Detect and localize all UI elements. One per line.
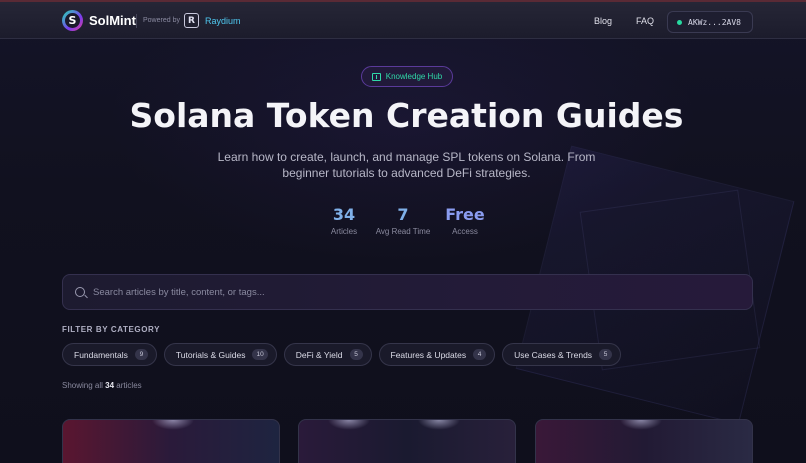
search-bar[interactable] [62, 274, 753, 310]
results-prefix: Showing all [62, 381, 103, 390]
knowledge-hub-badge: Knowledge Hub [361, 66, 453, 87]
stat-label: Articles [330, 227, 358, 236]
category-chip-defi[interactable]: DeFi & Yield 5 [283, 343, 372, 366]
solmint-logo-icon[interactable]: S [62, 10, 83, 31]
article-card[interactable] [298, 419, 516, 463]
card-image [409, 420, 469, 463]
badge-label: Knowledge Hub [385, 72, 443, 81]
wallet-status-dot [677, 19, 682, 25]
chip-count: 5 [349, 349, 363, 360]
chip-label: Fundamentals [74, 349, 128, 360]
nav-faq-link[interactable]: FAQ [636, 16, 654, 26]
chip-count: 9 [134, 349, 148, 360]
header-divider [136, 14, 137, 28]
logo-glyph: S [65, 13, 80, 28]
stat-value: 7 [397, 205, 409, 224]
chip-label: Features & Updates [390, 349, 467, 360]
chip-label: DeFi & Yield [295, 349, 343, 360]
category-chip-tutorials[interactable]: Tutorials & Guides 10 [163, 343, 277, 366]
search-icon [75, 287, 85, 297]
category-filters: Fundamentals 9 Tutorials & Guides 10 DeF… [62, 343, 622, 366]
stat-articles: 34 Articles [322, 205, 366, 236]
card-image [611, 420, 671, 463]
raydium-logo-icon: R [184, 13, 199, 28]
category-chip-use-cases[interactable]: Use Cases & Trends 5 [502, 343, 622, 366]
raydium-link[interactable]: Raydium [205, 16, 241, 26]
stat-value: 34 [332, 205, 356, 224]
wallet-address: AKWz...2AV8 [688, 17, 741, 27]
page-subtitle: Learn how to create, launch, and manage … [217, 150, 596, 180]
nav-blog-link[interactable]: Blog [594, 16, 612, 26]
chip-count: 10 [252, 349, 268, 360]
results-count: Showing all 34 articles [62, 381, 142, 390]
chip-count: 5 [599, 349, 613, 360]
results-suffix: articles [116, 381, 142, 390]
brand-name[interactable]: SolMint [89, 13, 136, 28]
top-navbar: S SolMint Powered by R Raydium Blog FAQ … [0, 0, 806, 39]
stat-value: Free [445, 205, 485, 224]
stat-read-time: 7 Avg Read Time [372, 205, 434, 236]
page-title: Solana Token Creation Guides [129, 96, 684, 135]
category-chip-fundamentals[interactable]: Fundamentals 9 [62, 343, 157, 366]
stat-label: Access [452, 227, 478, 236]
chip-count: 4 [473, 349, 487, 360]
stat-access: Free Access [440, 205, 490, 236]
results-number: 34 [105, 381, 115, 390]
search-input[interactable] [93, 286, 693, 298]
stat-label: Avg Read Time [375, 227, 431, 236]
powered-by-label: Powered by [143, 17, 180, 24]
filter-heading: FILTER BY CATEGORY [62, 325, 161, 334]
wallet-button[interactable]: AKWz...2AV8 [667, 11, 753, 33]
article-card[interactable] [535, 419, 753, 463]
category-chip-features[interactable]: Features & Updates 4 [378, 343, 496, 366]
chip-label: Tutorials & Guides [175, 349, 246, 360]
card-image [319, 420, 379, 463]
book-icon [371, 72, 381, 81]
chip-label: Use Cases & Trends [514, 349, 593, 360]
article-card[interactable] [62, 419, 280, 463]
card-image [143, 420, 203, 463]
